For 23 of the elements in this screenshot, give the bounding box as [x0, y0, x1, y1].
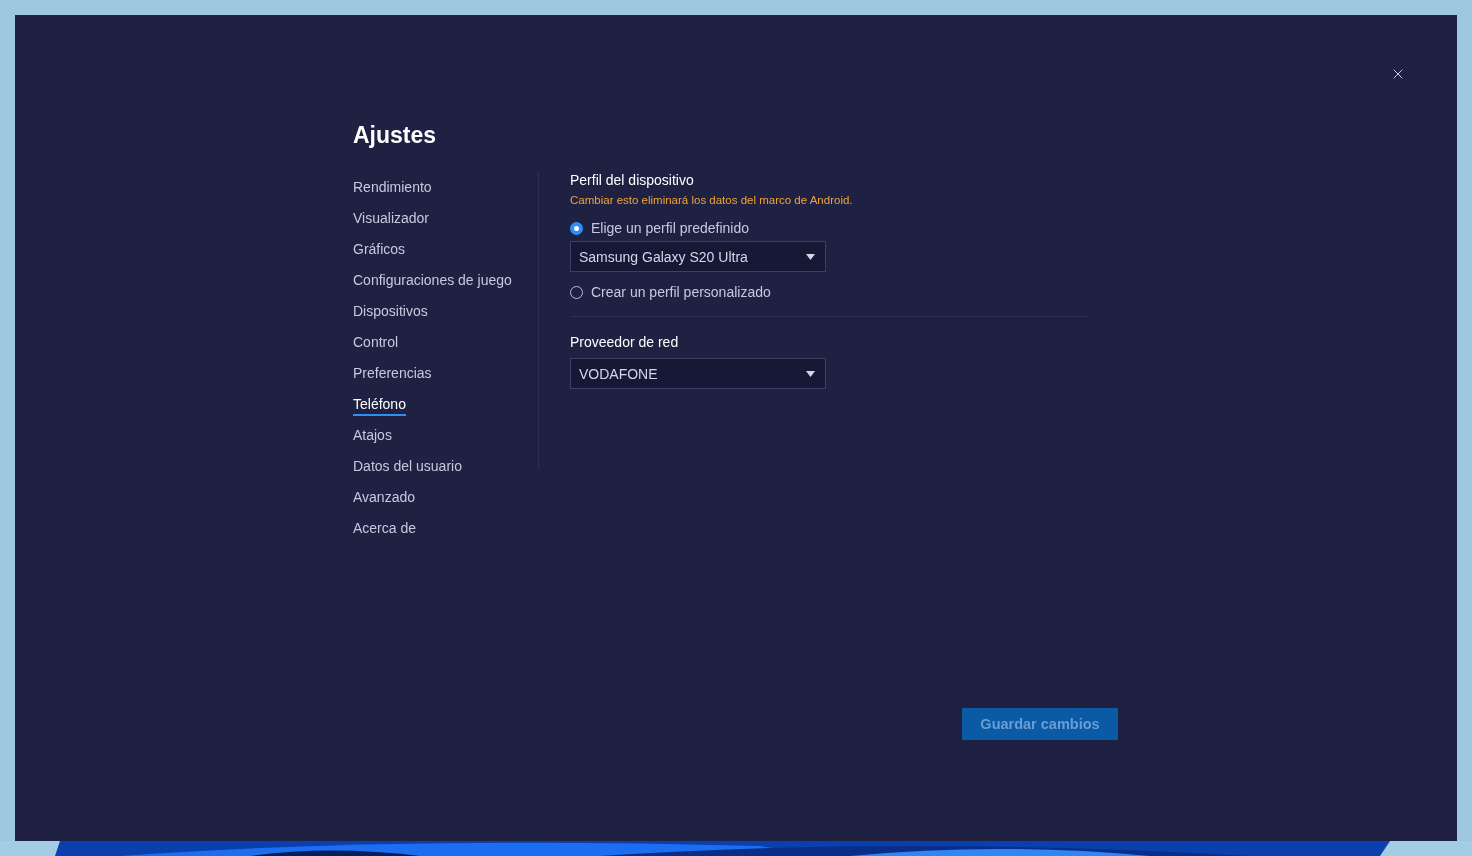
sidebar-item[interactable]: Visualizador [353, 208, 429, 230]
sidebar-item[interactable]: Rendimiento [353, 177, 432, 199]
section-title: Proveedor de red [570, 334, 679, 350]
sidebar-item[interactable]: Dispositivos [353, 301, 428, 323]
caret-icon [806, 370, 815, 377]
dropdown[interactable]: VODAFONE [570, 358, 826, 389]
radio-label: Crear un perfil personalizado [591, 284, 771, 300]
section-title: Perfil del dispositivo [570, 172, 694, 188]
sidebar-item[interactable]: Acerca de [353, 518, 417, 540]
caret-icon [806, 253, 815, 260]
dropdown[interactable]: Samsung Galaxy S20 Ultra [570, 241, 826, 272]
sidebar-item[interactable]: Atajos [353, 425, 392, 447]
sidebar-item[interactable]: Datos del usuario [353, 456, 462, 478]
warning-text: Cambiar esto eliminará los datos del marco de Android. [570, 193, 853, 208]
sidebar-item[interactable]: Control [353, 332, 399, 354]
radio-button[interactable] [570, 221, 583, 235]
sidebar-item[interactable]: Gráficos [353, 239, 406, 261]
sidebar-item[interactable]: Avanzado [353, 487, 415, 509]
sidebar-item[interactable]: Configuraciones de juego [353, 270, 512, 292]
radio-label: Elige un perfil predefinido [591, 220, 749, 236]
sidebar-item[interactable]: Teléfono [353, 394, 406, 416]
dialog-title: Ajustes [353, 121, 437, 150]
sidebar-item[interactable]: Preferencias [353, 363, 432, 385]
